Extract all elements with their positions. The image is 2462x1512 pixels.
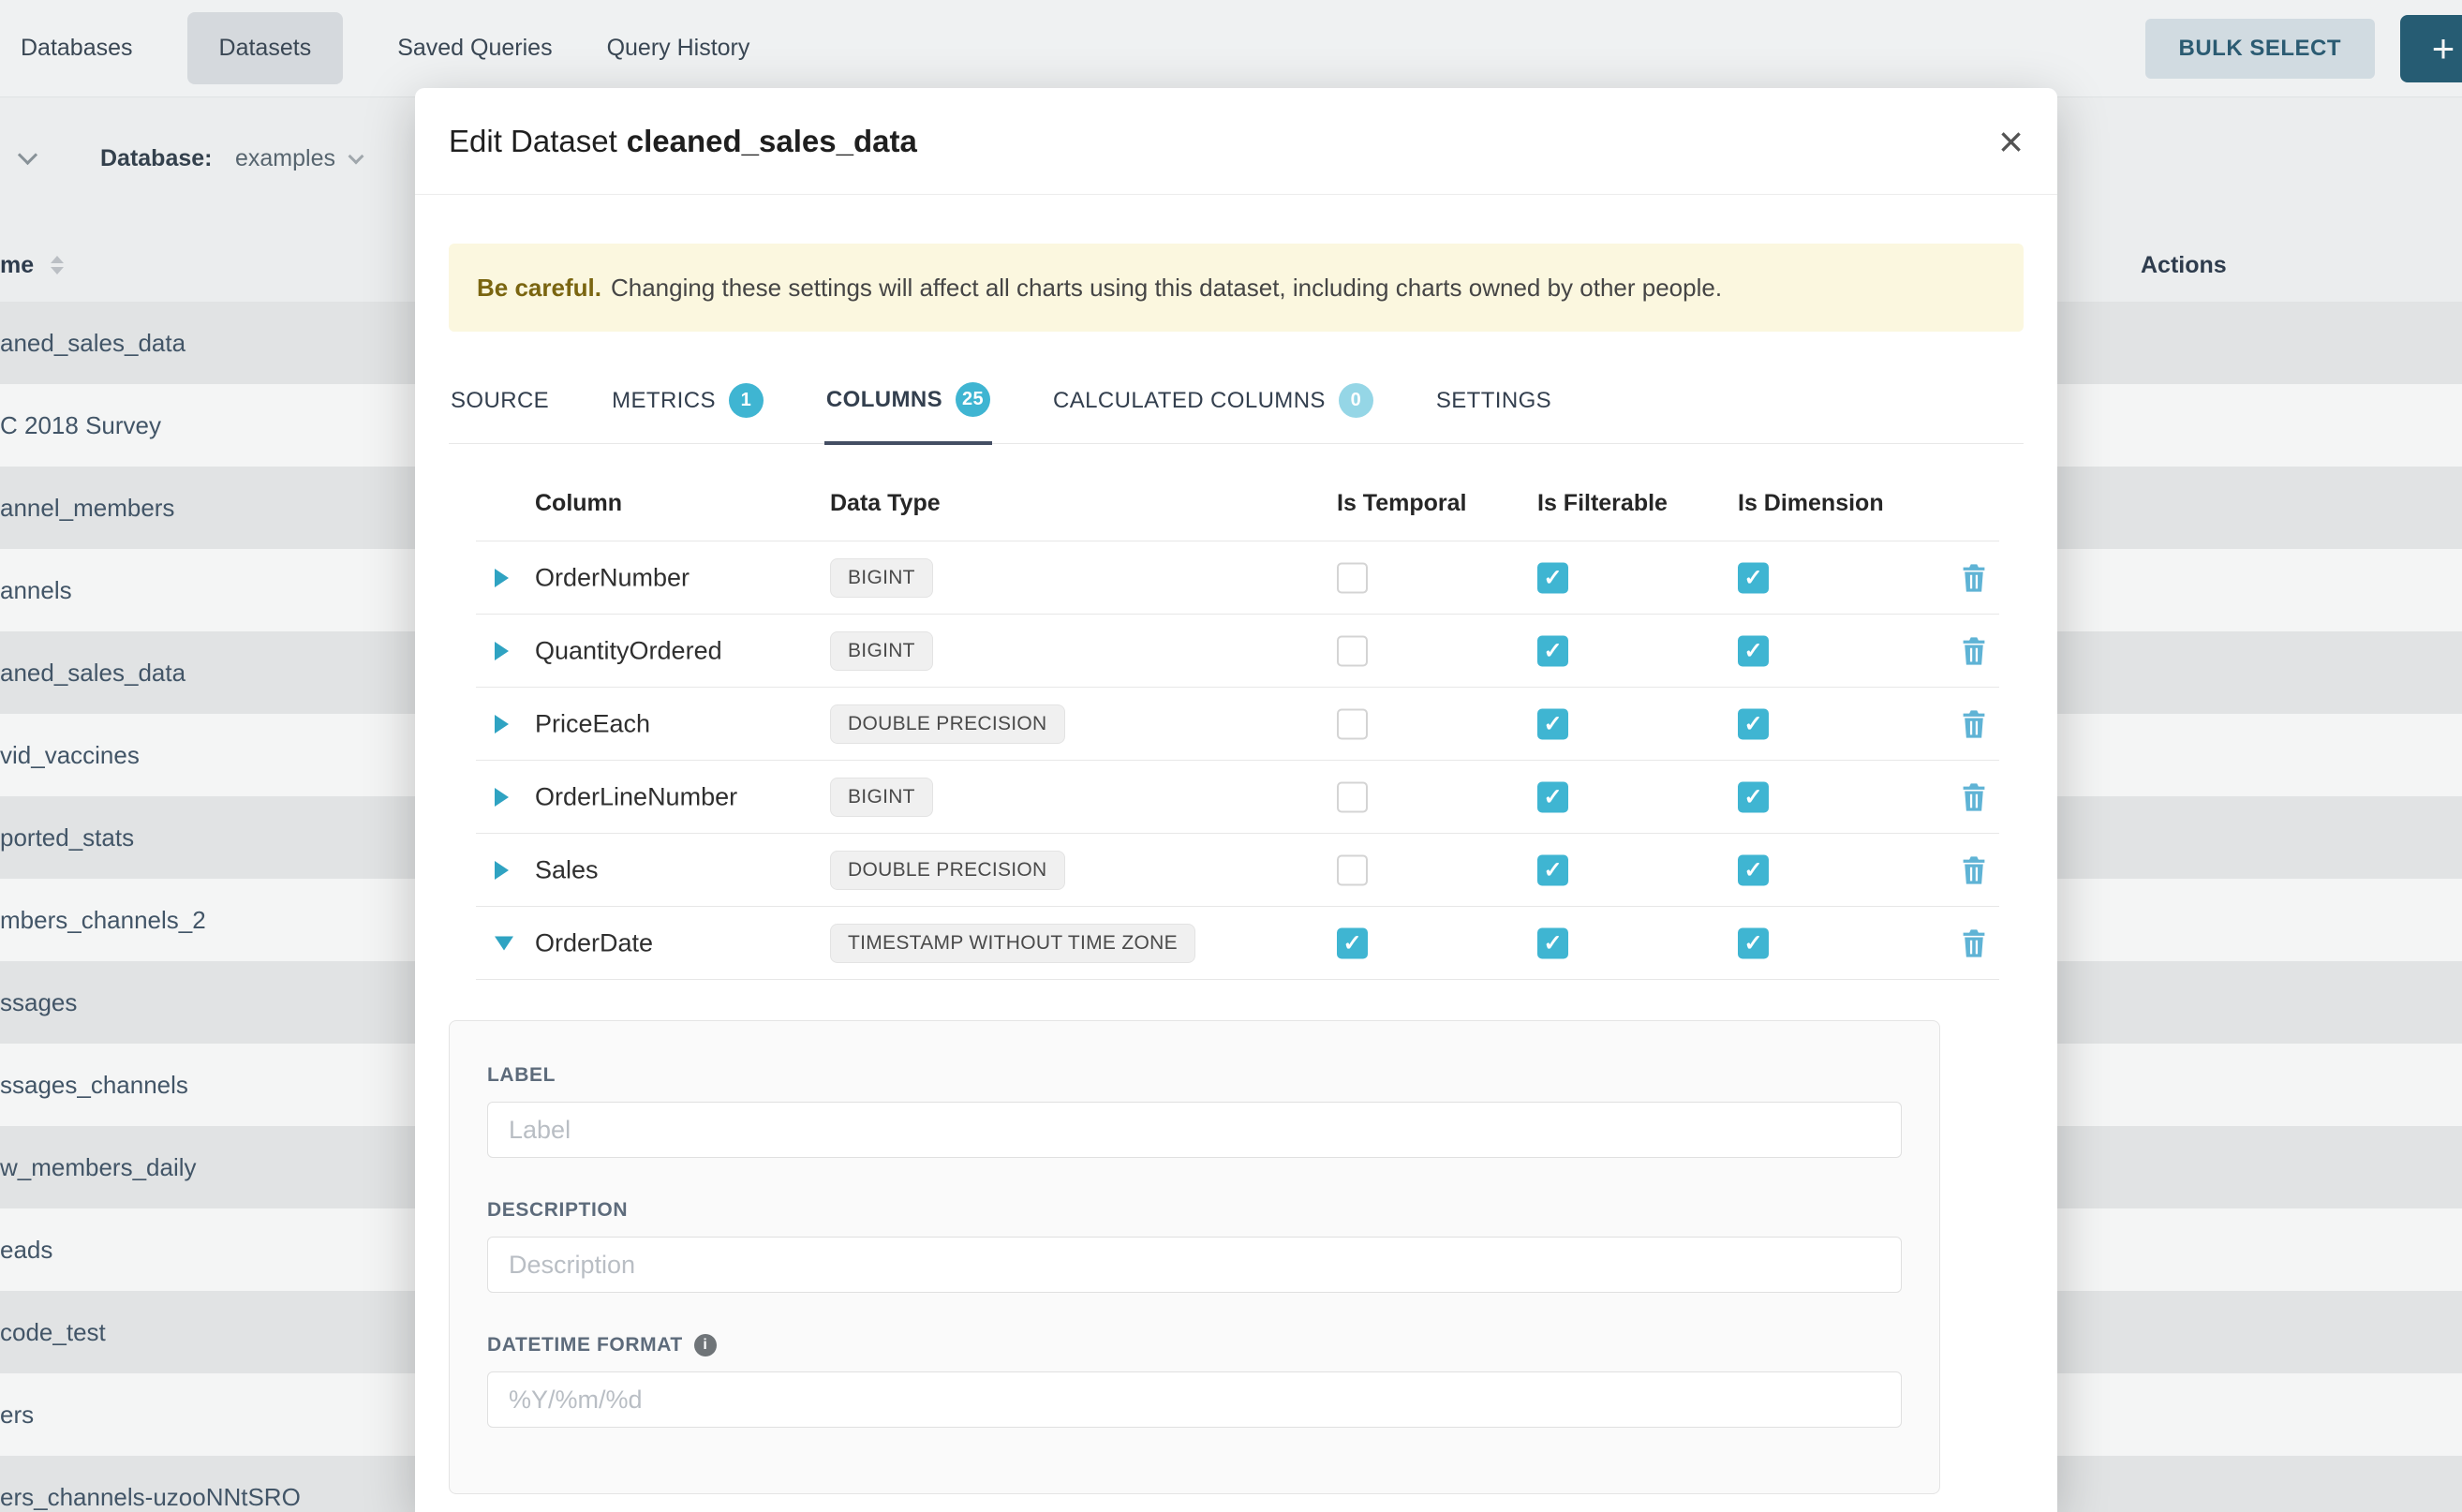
- delete-column-icon[interactable]: [1962, 856, 1986, 884]
- column-row: QuantityOrdered BIGINT: [449, 615, 2024, 688]
- column-header: Column: [535, 490, 622, 517]
- info-icon[interactable]: i: [694, 1334, 717, 1356]
- data-type-pill: TIMESTAMP WITHOUT TIME ZONE: [830, 924, 1195, 963]
- is-dimension-header: Is Dimension: [1738, 490, 1884, 517]
- close-icon[interactable]: ×: [1998, 120, 2024, 163]
- tab-label: SOURCE: [451, 388, 549, 414]
- description-field-label: DESCRIPTION: [487, 1199, 1902, 1222]
- is-dimension-checkbox[interactable]: [1738, 563, 1769, 594]
- modal-body: Be careful. Changing these settings will…: [415, 244, 2057, 1494]
- warning-bold: Be careful.: [477, 274, 601, 303]
- tab-metrics[interactable]: METRICS 1: [610, 382, 765, 443]
- is-filterable-checkbox[interactable]: [1537, 709, 1568, 740]
- expand-caret-icon[interactable]: [495, 788, 509, 807]
- datetime-format-input[interactable]: [487, 1371, 1902, 1428]
- is-filterable-checkbox[interactable]: [1537, 928, 1568, 959]
- expand-caret-icon[interactable]: [495, 715, 509, 734]
- is-filterable-checkbox[interactable]: [1537, 855, 1568, 886]
- label-input[interactable]: [487, 1102, 1902, 1158]
- is-filterable-checkbox[interactable]: [1537, 563, 1568, 594]
- column-row: OrderNumber BIGINT: [449, 541, 2024, 615]
- is-temporal-checkbox[interactable]: [1337, 782, 1368, 813]
- is-filterable-checkbox[interactable]: [1537, 636, 1568, 667]
- modal-tabs: SOURCE METRICS 1 COLUMNS 25 CALCULATED C…: [449, 382, 2024, 444]
- modal-dataset-name: cleaned_sales_data: [627, 124, 917, 158]
- delete-column-icon[interactable]: [1962, 637, 1986, 665]
- is-temporal-checkbox[interactable]: [1337, 855, 1368, 886]
- metrics-count-badge: 1: [729, 383, 764, 418]
- datetime-format-field-label: DATETIME FORMAT: [487, 1334, 683, 1356]
- is-temporal-checkbox[interactable]: [1337, 636, 1368, 667]
- modal-title: Edit Dataset cleaned_sales_data: [449, 124, 917, 159]
- columns-table: OrderNumber BIGINT QuantityOrdered BIGIN…: [449, 541, 2024, 980]
- is-dimension-checkbox[interactable]: [1738, 855, 1769, 886]
- tab-source[interactable]: SOURCE: [449, 382, 551, 443]
- expand-caret-icon[interactable]: [495, 569, 509, 587]
- is-dimension-checkbox[interactable]: [1738, 782, 1769, 813]
- is-filterable-checkbox[interactable]: [1537, 782, 1568, 813]
- data-type-pill: DOUBLE PRECISION: [830, 851, 1065, 890]
- label-field-label: LABEL: [487, 1064, 1902, 1087]
- is-temporal-checkbox[interactable]: [1337, 709, 1368, 740]
- tab-label: COLUMNS: [826, 387, 942, 413]
- tab-label: SETTINGS: [1436, 388, 1551, 414]
- column-row: PriceEach DOUBLE PRECISION: [449, 688, 2024, 761]
- delete-column-icon[interactable]: [1962, 710, 1986, 738]
- is-filterable-header: Is Filterable: [1537, 490, 1668, 517]
- data-type-pill: DOUBLE PRECISION: [830, 704, 1065, 744]
- column-name: QuantityOrdered: [535, 637, 722, 666]
- column-name: OrderNumber: [535, 564, 690, 593]
- expand-caret-icon[interactable]: [495, 861, 509, 880]
- column-row: Sales DOUBLE PRECISION: [449, 834, 2024, 907]
- column-row: OrderDate TIMESTAMP WITHOUT TIME ZONE: [449, 907, 2024, 980]
- column-name: Sales: [535, 856, 599, 885]
- delete-column-icon[interactable]: [1962, 564, 1986, 592]
- tab-columns[interactable]: COLUMNS 25: [824, 382, 992, 445]
- delete-column-icon[interactable]: [1962, 783, 1986, 811]
- columns-table-header: Column Data Type Is Temporal Is Filterab…: [449, 444, 2024, 541]
- data-type-pill: BIGINT: [830, 558, 933, 598]
- description-input[interactable]: [487, 1237, 1902, 1293]
- is-temporal-checkbox[interactable]: [1337, 928, 1368, 959]
- column-name: PriceEach: [535, 710, 650, 739]
- tab-label: CALCULATED COLUMNS: [1053, 388, 1326, 414]
- column-row: OrderLineNumber BIGINT: [449, 761, 2024, 834]
- column-detail-panel: LABEL DESCRIPTION DATETIME FORMAT i: [449, 1020, 1940, 1494]
- data-type-header: Data Type: [830, 490, 941, 517]
- warning-text: Changing these settings will affect all …: [611, 274, 1722, 303]
- expand-caret-icon[interactable]: [495, 642, 509, 660]
- edit-dataset-modal: Edit Dataset cleaned_sales_data × Be care…: [415, 88, 2057, 1512]
- calculated-columns-count-badge: 0: [1339, 383, 1373, 418]
- is-temporal-checkbox[interactable]: [1337, 563, 1368, 594]
- modal-header: Edit Dataset cleaned_sales_data ×: [415, 88, 2057, 195]
- modal-title-prefix: Edit Dataset: [449, 124, 617, 158]
- label-field-group: LABEL: [487, 1064, 1902, 1158]
- columns-count-badge: 25: [956, 382, 990, 417]
- datetime-format-field-group: DATETIME FORMAT i: [487, 1334, 1902, 1428]
- column-name: OrderLineNumber: [535, 783, 737, 812]
- collapse-caret-icon[interactable]: [495, 937, 513, 951]
- is-dimension-checkbox[interactable]: [1738, 928, 1769, 959]
- is-dimension-checkbox[interactable]: [1738, 709, 1769, 740]
- tab-label: METRICS: [612, 388, 716, 414]
- warning-banner: Be careful. Changing these settings will…: [449, 244, 2024, 332]
- tab-calculated-columns[interactable]: CALCULATED COLUMNS 0: [1051, 382, 1375, 443]
- data-type-pill: BIGINT: [830, 778, 933, 817]
- is-dimension-checkbox[interactable]: [1738, 636, 1769, 667]
- data-type-pill: BIGINT: [830, 631, 933, 671]
- column-name: OrderDate: [535, 929, 653, 958]
- delete-column-icon[interactable]: [1962, 929, 1986, 957]
- tab-settings[interactable]: SETTINGS: [1434, 382, 1553, 443]
- description-field-group: DESCRIPTION: [487, 1199, 1902, 1293]
- is-temporal-header: Is Temporal: [1337, 490, 1466, 517]
